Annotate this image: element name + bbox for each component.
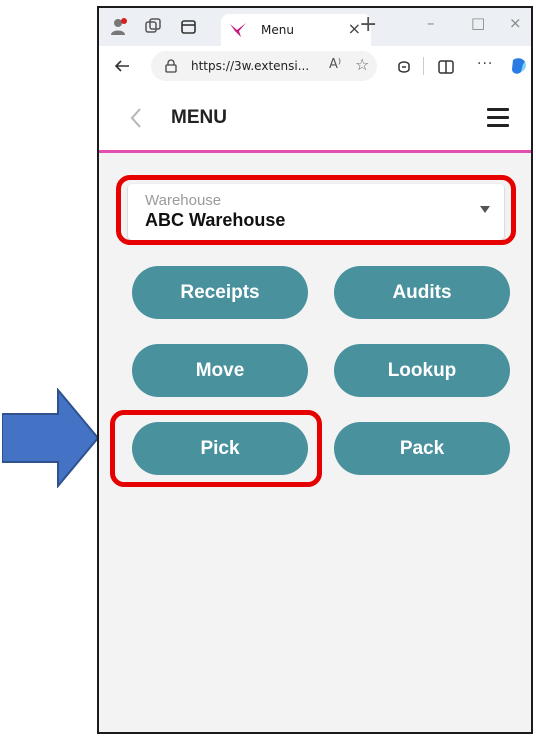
read-aloud-icon[interactable]: A⁾ [329, 57, 341, 72]
tab-menu[interactable]: Menu × [221, 14, 371, 46]
toolbar-divider [423, 57, 424, 75]
hamburger-icon[interactable] [487, 108, 509, 127]
pack-button[interactable]: Pack [334, 422, 510, 475]
app-header: MENU [99, 88, 531, 153]
lock-icon[interactable] [164, 59, 178, 73]
new-tab-icon[interactable]: + [359, 12, 377, 37]
extensions-icon[interactable] [395, 58, 413, 76]
audits-button[interactable]: Audits [334, 266, 510, 319]
minimize-icon[interactable]: – [427, 14, 435, 32]
url-text: https://3w.extensi... [191, 59, 310, 73]
url-field[interactable]: https://3w.extensi... A⁾ ☆ [151, 51, 377, 81]
move-button[interactable]: Move [132, 344, 308, 397]
tab-actions-icon[interactable] [179, 17, 199, 37]
app-content: MENU Warehouse ABC Warehouse Receipts Au… [99, 88, 531, 732]
address-bar: https://3w.extensi... A⁾ ☆ ··· [99, 46, 531, 88]
tab-title: Menu [261, 23, 294, 37]
split-screen-icon[interactable] [437, 58, 455, 76]
app-logo-icon [230, 23, 246, 37]
favorite-star-icon[interactable]: ☆ [355, 55, 369, 74]
maximize-icon[interactable]: □ [471, 14, 485, 32]
browser-back-icon[interactable] [113, 57, 131, 75]
receipts-button[interactable]: Receipts [132, 266, 308, 319]
page-title: MENU [171, 107, 227, 128]
browser-window: Menu × + – □ × https://3w.extensi... A⁾ … [97, 6, 533, 734]
arrow-annotation-icon [2, 388, 100, 488]
tab-strip: Menu × + – □ × [99, 8, 531, 46]
workspaces-icon[interactable] [143, 17, 163, 37]
profile-icon[interactable] [109, 17, 129, 37]
warehouse-highlight-box [116, 175, 516, 245]
more-options-icon[interactable]: ··· [477, 56, 493, 72]
copilot-icon[interactable] [509, 56, 529, 76]
window-close-icon[interactable]: × [509, 14, 522, 32]
lookup-button[interactable]: Lookup [334, 344, 510, 397]
chevron-left-icon[interactable] [129, 107, 143, 129]
pick-highlight-box [110, 410, 322, 487]
